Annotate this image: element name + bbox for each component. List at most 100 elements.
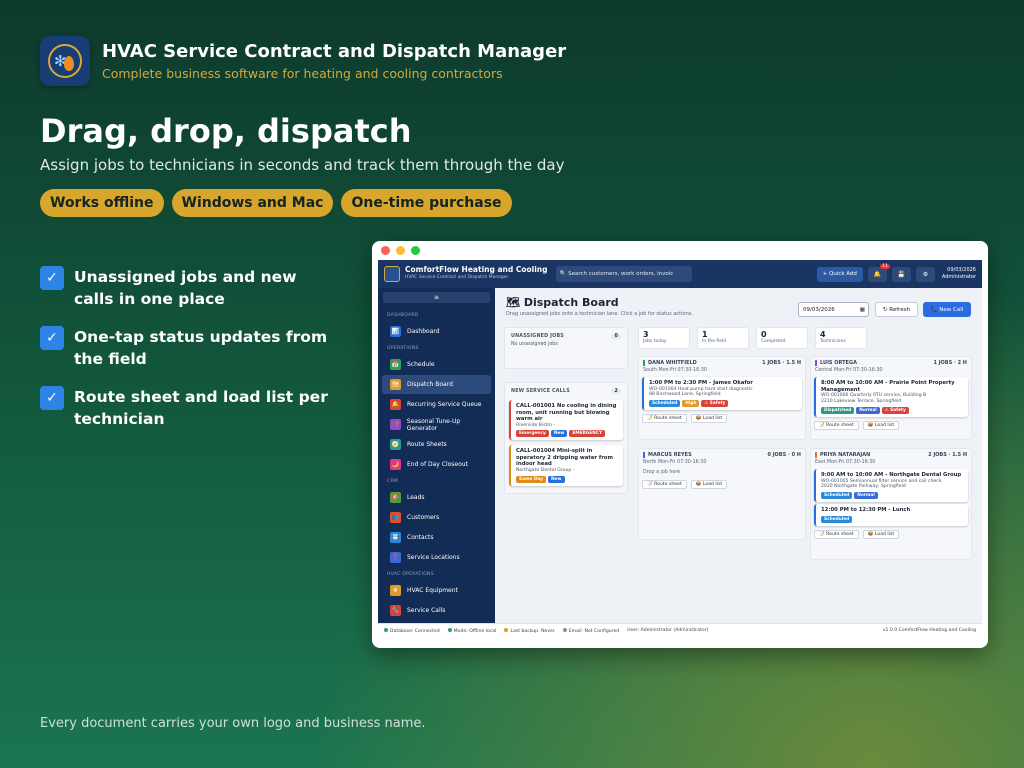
sidebar-item[interactable]: 🗺 Dispatch Board	[382, 375, 491, 394]
technician-lane: DANA WHITFIELD 1 JOBS · 1.5 H South Mon-Fr…	[638, 356, 806, 440]
technician-name: LUIS ORTEGA	[815, 360, 857, 366]
sidebar-item[interactable]: 📇 Contacts	[382, 528, 491, 547]
lane-job-count: 2 JOBS · 1.5 H	[928, 452, 967, 458]
tag-row: Scheduled	[821, 515, 963, 523]
app-subtitle: Complete business software for heating a…	[102, 66, 503, 81]
job-card[interactable]: 1:00 PM to 2:30 PM - James Okafor WO-0010…	[642, 377, 802, 411]
feature-item: ✓ Route sheet and load list per technicia…	[40, 386, 340, 430]
lane-actions: 📝 Route sheet 📦 Load list	[639, 478, 805, 491]
status-dot-icon	[562, 627, 567, 632]
status-text: Last backup: Never	[510, 628, 555, 634]
job-card[interactable]: 8:00 AM to 10:00 AM - Prairie Point Prop…	[814, 377, 968, 417]
sidebar-item-label: Contacts	[407, 534, 434, 541]
notifications-button[interactable]: 🔔 11	[867, 263, 890, 282]
sidebar-item[interactable]: 👥 Customers	[382, 508, 491, 527]
date-value: 09/03/2026	[803, 306, 835, 313]
lane-shift: Central Mon-Fri 07:30-16:30	[815, 368, 883, 373]
headline: Drag, drop, dispatch	[40, 112, 412, 150]
sidebar-item[interactable]: 🌙 End of Day Closeout	[382, 455, 491, 474]
page-title-text: Dispatch Board	[523, 296, 619, 309]
page-subtitle: Drag unassigned jobs onto a technician l…	[506, 311, 693, 317]
user-role: Administrator	[941, 274, 976, 280]
sidebar-item[interactable]: 🎯 Leads	[382, 488, 491, 507]
app-logo-icon	[384, 266, 400, 282]
sidebar-item[interactable]: 🧭 Route Sheets	[382, 435, 491, 454]
load-list-button[interactable]: 📦 Load list	[690, 480, 728, 489]
sidebar-item-icon: 🧭	[390, 439, 401, 450]
call-customer: Northgate Dental Group -	[516, 467, 575, 473]
global-search-input[interactable]: 🔍 Search customers, work orders, invoic	[555, 266, 692, 282]
kpi-value: 3	[643, 330, 649, 339]
save-button[interactable]: 💾	[891, 266, 911, 282]
sidebar-item-icon: 🔧	[390, 605, 401, 616]
status-tag: Normal	[854, 492, 878, 500]
load-list-button[interactable]: 📦 Load list	[862, 420, 900, 430]
sidebar-item[interactable]: ❄ HVAC Equipment	[382, 581, 491, 600]
tag-row: Emergency New EMERGENCY	[516, 430, 618, 438]
feature-list: ✓ Unassigned jobs and new calls in one pl…	[40, 266, 340, 446]
route-sheet-button[interactable]: 📝 Route sheet	[642, 480, 687, 489]
dispatch-board: 🗺 Dispatch Board Drag unassigned jobs on…	[495, 288, 982, 623]
sidebar-collapse-button[interactable]: ≡	[383, 292, 490, 303]
company-tagline: HVAC Service Contract and Dispatch Manag…	[405, 275, 509, 280]
kpi-value: 4	[820, 330, 826, 339]
sidebar-item-icon: 👥	[390, 512, 401, 523]
feature-text: One-tap status updates from the field	[74, 328, 328, 368]
app-window: ComfortFlow Heating and Cooling HVAC Ser…	[372, 241, 988, 648]
new-call-button[interactable]: 📞 New Call	[923, 302, 971, 317]
count-badge: 2	[611, 389, 621, 394]
refresh-button[interactable]: ↻ Refresh	[875, 302, 918, 317]
sidebar-item-icon: 📅	[390, 359, 401, 370]
feature-item: ✓ Unassigned jobs and new calls in one pl…	[40, 266, 340, 310]
sidebar-item-label: Recurring Service Queue	[407, 401, 482, 408]
job-card[interactable]: 9:00 AM to 10:00 AM - Northgate Dental G…	[814, 469, 968, 503]
drop-zone[interactable]: Drop a job here	[639, 467, 805, 478]
bell-icon: 🔔	[873, 270, 882, 278]
load-list-button[interactable]: 📦 Load list	[862, 529, 900, 539]
job-address: 88 Birchwood Lane, Springfield	[649, 392, 721, 398]
sidebar-item-icon: ❄	[390, 585, 401, 596]
lane-header: PRIYA NATARAJAN 2 JOBS · 1.5 H	[811, 449, 971, 458]
sidebar-item[interactable]: 🍂 Seasonal Tune-Up Generator	[382, 415, 491, 434]
footer-note: Every document carries your own logo and…	[40, 716, 426, 731]
pill: Windows and Mac	[171, 189, 334, 217]
close-window-button[interactable]	[381, 246, 390, 255]
sidebar-item[interactable]: 📊 Dashboard	[382, 322, 491, 341]
sidebar-item-icon: 📊	[390, 326, 401, 337]
sidebar-item-icon: 🌙	[390, 459, 401, 470]
kpi-label: Completed	[761, 339, 786, 344]
job-card[interactable]: 12:00 PM to 12:30 PM - Lunch Scheduled	[814, 504, 968, 526]
settings-button[interactable]: ⚙	[915, 266, 935, 282]
minimize-window-button[interactable]	[396, 246, 405, 255]
app-bar: ComfortFlow Heating and Cooling HVAC Ser…	[378, 260, 982, 288]
lane-job-count: 1 JOBS · 2 H	[933, 360, 967, 366]
service-call-card[interactable]: CALL-001001 No cooling in dining room, u…	[509, 400, 623, 441]
route-sheet-button[interactable]: 📝 Route sheet	[814, 529, 859, 539]
job-time: 12:00 PM to 12:30 PM - Lunch	[821, 507, 911, 514]
sidebar-item[interactable]: 📅 Schedule	[382, 355, 491, 374]
service-call-card[interactable]: CALL-001004 Mini-split in operatory 2 dr…	[509, 445, 623, 486]
feature-item: ✓ One-tap status updates from the field	[40, 326, 340, 370]
route-sheet-button[interactable]: 📝 Route sheet	[814, 420, 859, 430]
date-picker[interactable]: 09/03/2026 ▦	[798, 302, 869, 317]
unassigned-jobs-panel: UNASSIGNED JOBS 0 No unassigned jobs	[504, 327, 628, 369]
load-list-button[interactable]: 📦 Load list	[690, 414, 728, 424]
status-text: Email: Not Configured	[568, 628, 620, 634]
sidebar-item[interactable]: 🔔 Recurring Service Queue	[382, 395, 491, 414]
tag-row: Dispatched Normal ⚠ Safety	[821, 406, 963, 414]
route-sheet-button[interactable]: 📝 Route sheet	[642, 414, 687, 424]
sidebar-item-label: Service Calls	[407, 607, 446, 614]
sidebar-item-icon: 🗺	[390, 379, 401, 390]
technician-name: MARCUS REYES	[643, 452, 692, 458]
kpi-card: 0 Completed	[756, 327, 808, 349]
call-customer: Riverside Bistro -	[516, 422, 556, 428]
search-placeholder: Search customers, work orders, invoic	[568, 271, 674, 277]
maximize-window-button[interactable]	[411, 246, 420, 255]
app-logo: ✻	[40, 36, 90, 86]
checkmark-icon: ✓	[40, 326, 64, 350]
sidebar-item[interactable]: 📍 Service Locations	[382, 548, 491, 567]
quick-add-button[interactable]: + Quick Add	[816, 266, 863, 282]
lane-actions: 📝 Route sheet 📦 Load list	[639, 412, 805, 425]
sidebar-item[interactable]: 🔧 Service Calls	[382, 601, 491, 620]
new-service-calls-panel: NEW SERVICE CALLS 2 CALL-001001 No coolin…	[504, 382, 628, 494]
